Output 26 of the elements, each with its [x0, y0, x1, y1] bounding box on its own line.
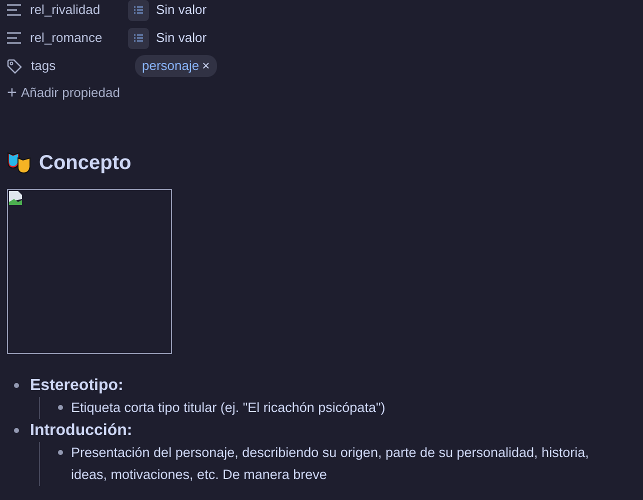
property-name: rel_rivalidad [30, 1, 100, 20]
list-value-button[interactable] [128, 0, 149, 20]
bullet-icon [14, 382, 19, 388]
list-icon [134, 34, 143, 42]
bullet-icon [58, 450, 63, 454]
empty-value: Sin valor [156, 1, 207, 20]
outline-heading: Introducción: [30, 420, 134, 440]
remove-tag-button[interactable]: × [202, 56, 210, 76]
tag-icon [7, 58, 22, 74]
theater-masks-icon [7, 152, 31, 174]
bullet-icon [14, 428, 19, 432]
tag-pill[interactable]: personaje × [135, 55, 217, 77]
list-value-button[interactable] [128, 28, 149, 48]
list-icon [134, 6, 143, 14]
section-heading: Concepto [39, 150, 132, 174]
property-name: rel_romance [30, 29, 102, 48]
bullet-icon [58, 404, 63, 410]
outline-text: Presentación del personaje, describiendo su origen, parte de su personalidad, historia, ideas, motivaciones, etc. De manera breve [71, 444, 590, 484]
broken-image-icon [9, 190, 23, 204]
outline-text: Etiqueta corta tipo titular (ej. "El ricachón psicópata") [71, 398, 386, 417]
list-icon [7, 4, 21, 16]
list-icon [7, 32, 21, 44]
property-name: tags [31, 57, 56, 76]
add-property-button[interactable]: + Añadir propiedad [7, 83, 120, 102]
outline-heading: Estereotipo: [30, 376, 124, 396]
empty-value: Sin valor [156, 29, 207, 48]
